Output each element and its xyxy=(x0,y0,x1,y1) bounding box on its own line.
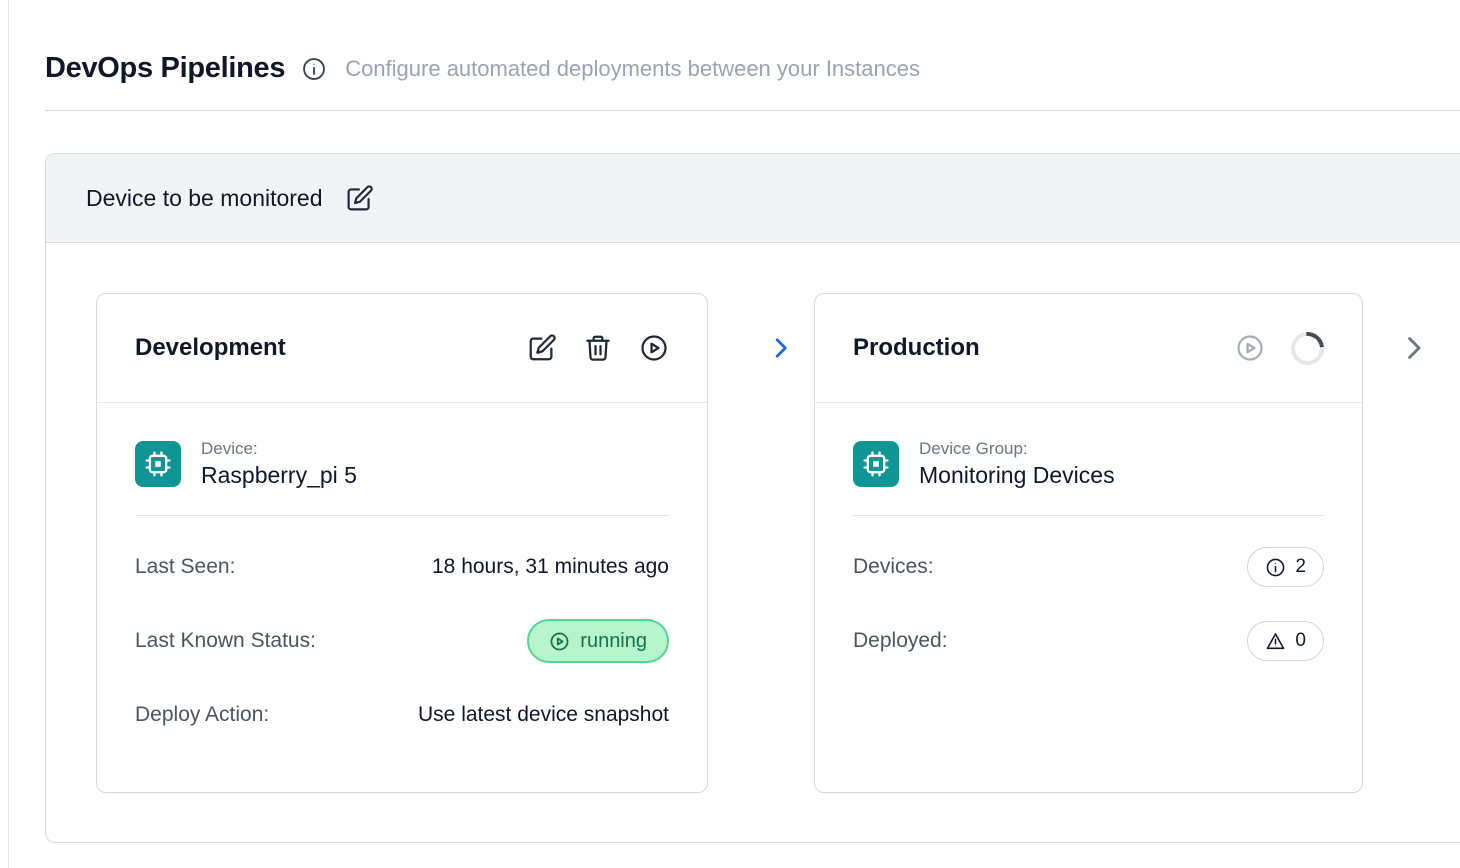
devices-count-pill[interactable]: 2 xyxy=(1247,547,1324,587)
play-circle-icon xyxy=(1235,333,1265,363)
last-seen-label: Last Seen: xyxy=(135,555,235,579)
device-group-summary-text: Device Group: Monitoring Devices xyxy=(919,439,1115,489)
pipeline-panel: Device to be monitored Development xyxy=(45,153,1460,843)
page-title: DevOps Pipelines xyxy=(45,52,285,85)
last-known-status-label: Last Known Status: xyxy=(135,629,316,653)
devices-label: Devices: xyxy=(853,555,934,579)
devices-row: Devices: 2 xyxy=(853,544,1324,590)
panel-title: Device to be monitored xyxy=(86,185,323,212)
run-stage-button[interactable] xyxy=(639,333,669,363)
cpu-chip-icon xyxy=(135,441,181,487)
last-seen-value: 18 hours, 31 minutes ago xyxy=(432,555,669,579)
page-subtitle: Configure automated deployments between … xyxy=(345,56,920,82)
production-card-header: Production xyxy=(815,294,1362,403)
loading-spinner-icon xyxy=(1284,325,1330,371)
pipeline-panel-header: Device to be monitored xyxy=(46,154,1460,243)
pipeline-stages: Development xyxy=(46,243,1460,793)
deploy-action-value: Use latest device snapshot xyxy=(418,703,669,727)
device-summary-text: Device: Raspberry_pi 5 xyxy=(201,439,357,489)
deployed-row: Deployed: 0 xyxy=(853,618,1324,664)
left-edge-divider xyxy=(8,0,9,868)
device-group-summary: Device Group: Monitoring Devices xyxy=(853,439,1324,489)
run-stage-button[interactable] xyxy=(1235,333,1265,363)
development-card-body: Device: Raspberry_pi 5 Last Seen: 18 hou… xyxy=(97,403,707,738)
device-group-name: Monitoring Devices xyxy=(919,462,1115,489)
pipeline-flow-chevron-icon xyxy=(768,335,794,361)
device-summary: Device: Raspberry_pi 5 xyxy=(135,439,669,489)
chevron-right-icon xyxy=(1399,333,1429,363)
device-group-label: Device Group: xyxy=(919,439,1115,459)
development-card-header: Development xyxy=(97,294,707,403)
delete-stage-button[interactable] xyxy=(583,333,613,363)
last-seen-row: Last Seen: 18 hours, 31 minutes ago xyxy=(135,544,669,590)
pencil-square-icon xyxy=(345,184,374,213)
page-header: DevOps Pipelines Configure automated dep… xyxy=(0,0,1460,85)
edit-pipeline-button[interactable] xyxy=(345,184,374,213)
production-actions xyxy=(1235,332,1324,365)
status-badge: running xyxy=(527,619,669,663)
info-circle-icon xyxy=(1265,557,1286,578)
production-title: Production xyxy=(853,334,980,362)
production-card-body: Device Group: Monitoring Devices Devices… xyxy=(815,403,1362,664)
development-title: Development xyxy=(135,334,286,362)
card-divider xyxy=(135,515,669,516)
card-divider xyxy=(853,515,1324,516)
pencil-square-icon xyxy=(527,333,557,363)
deployed-count: 0 xyxy=(1295,630,1306,652)
production-stage-card: Production xyxy=(814,293,1363,793)
deployed-label: Deployed: xyxy=(853,629,948,653)
devices-count: 2 xyxy=(1295,556,1306,578)
last-known-status-row: Last Known Status: running xyxy=(135,618,669,664)
header-divider xyxy=(45,110,1460,111)
warning-triangle-icon xyxy=(1265,631,1286,652)
deployed-count-pill[interactable]: 0 xyxy=(1247,621,1324,661)
play-circle-icon xyxy=(549,631,570,652)
deploy-action-label: Deploy Action: xyxy=(135,703,269,727)
device-label: Device: xyxy=(201,439,357,459)
development-stage-card: Development xyxy=(96,293,708,793)
page-info-icon[interactable] xyxy=(301,56,327,82)
device-name: Raspberry_pi 5 xyxy=(201,462,357,489)
edit-stage-button[interactable] xyxy=(527,333,557,363)
status-badge-label: running xyxy=(580,630,647,653)
development-actions xyxy=(527,333,669,363)
deploy-action-row: Deploy Action: Use latest device snapsho… xyxy=(135,692,669,738)
cpu-chip-icon xyxy=(853,441,899,487)
next-stage-chevron[interactable] xyxy=(1399,333,1429,363)
play-circle-icon xyxy=(639,333,669,363)
trash-icon xyxy=(583,333,613,363)
